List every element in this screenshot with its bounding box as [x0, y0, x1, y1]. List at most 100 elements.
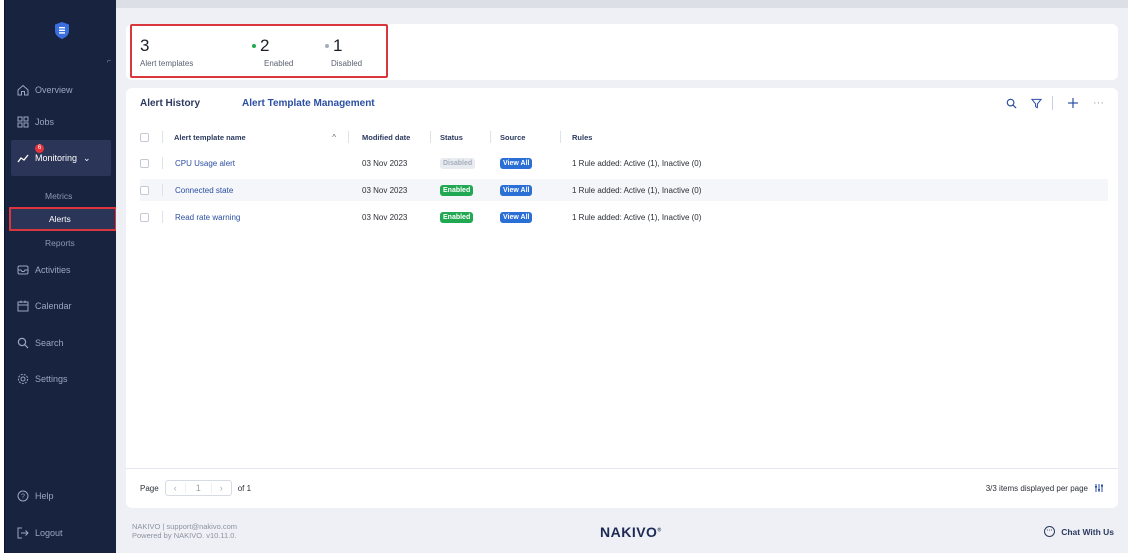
stat-enabled[interactable]: 2 Enabled — [252, 36, 293, 68]
sidebar-item-jobs[interactable]: Jobs — [5, 110, 117, 134]
sidebar-item-logout[interactable]: Logout — [5, 521, 117, 545]
select-all-checkbox[interactable] — [140, 132, 149, 142]
column-settings-icon[interactable] — [1094, 483, 1104, 493]
alert-template-name-link[interactable]: Read rate warning — [175, 213, 240, 222]
sidebar-item-label: Logout — [35, 528, 63, 538]
stat-disabled[interactable]: 1 Disabled — [325, 36, 362, 68]
column-divider — [348, 131, 349, 143]
home-icon — [17, 84, 29, 96]
view-all-button[interactable]: View All — [500, 184, 533, 196]
column-label: Status — [440, 132, 463, 142]
help-icon: ? — [17, 490, 29, 502]
column-divider — [430, 131, 431, 143]
prev-page-icon[interactable]: ‹ — [166, 483, 185, 493]
header-name[interactable]: Alert template name ^ — [162, 128, 348, 146]
tab-alert-history[interactable]: Alert History — [140, 98, 200, 109]
enabled-dot-icon — [252, 44, 256, 48]
stat-value: 2 — [260, 36, 270, 55]
rules-text: 1 Rule added: Active (1), Inactive (0) — [572, 185, 702, 195]
sidebar-item-monitoring[interactable]: 6 Monitoring ⌄ — [11, 140, 111, 176]
page-number-input[interactable]: 1 — [184, 483, 212, 493]
column-label: Rules — [572, 132, 593, 142]
sidebar-subitem-alerts[interactable]: Alerts — [9, 207, 117, 231]
row-checkbox-cell — [140, 185, 162, 195]
modified-date: 03 Nov 2023 — [362, 158, 408, 168]
sidebar-item-overview[interactable]: Overview — [5, 78, 117, 102]
sidebar-subitem-label: Reports — [45, 238, 75, 248]
chat-label: Chat With Us — [1061, 526, 1114, 537]
sidebar-subitem-label: Alerts — [49, 214, 71, 224]
row-name-cell: CPU Usage alert — [162, 157, 348, 169]
grid-icon — [17, 116, 29, 128]
inbox-icon — [17, 265, 29, 275]
items-per-page: 3/3 items displayed per page — [986, 483, 1104, 493]
sidebar-subitem-reports[interactable]: Reports — [5, 234, 117, 252]
row-checkbox[interactable] — [140, 212, 149, 222]
stat-value: 1 — [333, 36, 343, 55]
filter-button[interactable] — [1031, 98, 1042, 109]
table-row[interactable]: Connected state 03 Nov 2023 Enabled View… — [140, 179, 1108, 201]
more-options-icon[interactable]: ··· — [1093, 97, 1104, 109]
brand-text: NAKIVO — [600, 524, 658, 540]
search-icon — [17, 337, 29, 349]
chevron-down-icon: ⌄ — [83, 152, 91, 163]
top-strip — [116, 0, 1128, 8]
sidebar-item-settings[interactable]: Settings — [5, 367, 117, 391]
view-all-button[interactable]: View All — [500, 211, 533, 223]
header-checkbox-cell — [140, 128, 162, 146]
status-badge: Enabled — [440, 184, 474, 196]
chart-line-icon — [17, 154, 29, 163]
sidebar-item-help[interactable]: ? Help — [5, 484, 117, 508]
column-divider — [560, 131, 561, 143]
column-label: Alert template name — [174, 132, 246, 142]
chat-icon: ··· — [1044, 526, 1056, 537]
pager-label: Page — [140, 483, 159, 493]
header-status[interactable]: Status — [430, 128, 490, 146]
main-area: 3 Alert templates 2 Enabled 1 Disabled A… — [116, 0, 1128, 553]
sidebar-item-activities[interactable]: Activities — [5, 258, 117, 282]
row-checkbox[interactable] — [140, 158, 149, 168]
add-button[interactable] — [1067, 97, 1079, 109]
table-header: Alert template name ^ Modified date Stat… — [140, 128, 1108, 146]
expand-caret-icon[interactable]: ⌐ — [107, 58, 111, 65]
table-row[interactable]: CPU Usage alert 03 Nov 2023 Disabled Vie… — [140, 152, 1108, 174]
view-all-button[interactable]: View All — [500, 157, 533, 169]
footer-version: Powered by NAKIVO. v10.11.0. — [132, 531, 237, 540]
alert-template-name-link[interactable]: Connected state — [175, 186, 233, 195]
row-checkbox-cell — [140, 212, 162, 222]
footer-support[interactable]: NAKIVO | support@nakivo.com — [132, 522, 237, 531]
plus-icon — [1068, 98, 1078, 108]
sidebar-item-label: Calendar — [35, 301, 72, 311]
table-row[interactable]: Read rate warning 03 Nov 2023 Enabled Vi… — [140, 206, 1108, 228]
pagination: Page ‹ 1 › of 1 — [140, 480, 251, 496]
tab-alert-template-management[interactable]: Alert Template Management — [242, 98, 375, 109]
header-source[interactable]: Source — [490, 128, 560, 146]
toolbar: ··· — [992, 96, 1104, 110]
stat-value: 3 — [140, 36, 150, 55]
status-cell: Disabled — [430, 157, 490, 169]
search-button[interactable] — [1006, 98, 1017, 109]
header-rules[interactable]: Rules — [560, 128, 860, 146]
source-cell: View All — [490, 211, 560, 223]
sidebar-item-label: Search — [35, 338, 64, 348]
tab-bar: Alert History Alert Template Management — [140, 98, 417, 109]
sidebar-item-label: Settings — [35, 374, 68, 384]
sidebar-subitem-metrics[interactable]: Metrics — [5, 187, 117, 205]
header-modified-date[interactable]: Modified date — [348, 128, 430, 146]
sidebar-item-search[interactable]: Search — [5, 331, 117, 355]
modified-date: 03 Nov 2023 — [362, 212, 408, 222]
next-page-icon[interactable]: › — [212, 483, 231, 493]
sidebar-item-calendar[interactable]: Calendar — [5, 294, 117, 318]
footer-info: NAKIVO | support@nakivo.com Powered by N… — [132, 522, 237, 540]
stat-label: Alert templates — [140, 59, 194, 68]
sort-asc-icon[interactable]: ^ — [332, 133, 336, 142]
sidebar-subitem-label: Metrics — [45, 191, 73, 201]
row-checkbox[interactable] — [140, 185, 149, 195]
alert-template-name-link[interactable]: CPU Usage alert — [175, 159, 235, 168]
sidebar: ⌐ Overview Jobs 6 Monitoring ⌄ Metrics A… — [4, 0, 117, 553]
logo[interactable]: ⌐ — [5, 8, 117, 68]
filter-icon — [1031, 98, 1042, 108]
chat-with-us-button[interactable]: ··· Chat With Us — [1044, 526, 1114, 537]
row-name-cell: Read rate warning — [162, 211, 348, 223]
row-name-cell: Connected state — [162, 184, 348, 196]
